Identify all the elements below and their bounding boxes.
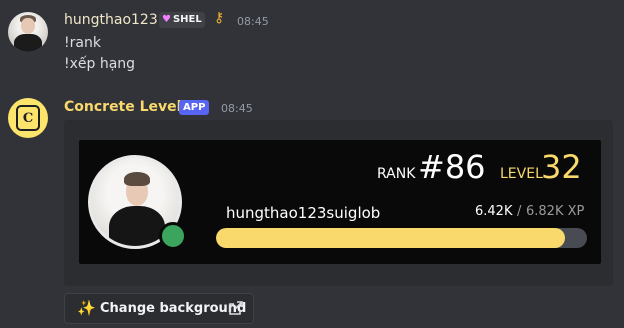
avatar-body	[14, 34, 42, 52]
xp-separator: /	[517, 204, 522, 219]
rank-embed: RANK #86 LEVEL 32 hungthao123suiglob 6.4…	[64, 120, 613, 286]
rank-card[interactable]: RANK #86 LEVEL 32 hungthao123suiglob 6.4…	[79, 140, 601, 264]
message-line: !rank	[64, 35, 101, 51]
author-name[interactable]: hungthao123	[64, 12, 158, 28]
avatar-body	[109, 206, 165, 246]
bot-avatar[interactable]: C	[8, 98, 48, 138]
guild-tag[interactable]: ♥ SHEL	[159, 12, 205, 28]
heart-icon: ♥	[162, 14, 171, 25]
xp-current: 6.42K	[475, 204, 513, 219]
bot-name[interactable]: Concrete Levels	[64, 99, 190, 115]
sparkles-icon: ✨	[77, 299, 96, 317]
xp-progress-bar	[216, 228, 587, 248]
guild-tag-label: SHEL	[172, 14, 202, 25]
xp-progress-fill	[216, 228, 566, 248]
avatar-hair	[124, 172, 150, 186]
change-background-button[interactable]: ✨ Change background	[64, 293, 254, 324]
app-badge: APP	[179, 100, 210, 115]
bot-logo: C	[16, 105, 40, 131]
user-avatar[interactable]	[8, 12, 48, 52]
rank-label: RANK	[377, 166, 416, 182]
rank-card-username: hungthao123suiglob	[226, 204, 381, 222]
xp-total: 6.82K XP	[526, 204, 585, 219]
rank-value: #86	[418, 148, 486, 186]
bot-timestamp: 08:45	[221, 102, 253, 115]
level-label: LEVEL	[500, 166, 543, 182]
change-background-label: Change background	[100, 301, 247, 316]
message-timestamp: 08:45	[237, 15, 269, 28]
message-line: !xếp hạng	[64, 56, 136, 72]
external-link-icon	[229, 301, 243, 315]
online-status-icon	[159, 222, 187, 250]
key-icon: ⚷	[214, 10, 225, 26]
avatar-head	[21, 18, 35, 34]
level-value: 32	[541, 148, 582, 186]
